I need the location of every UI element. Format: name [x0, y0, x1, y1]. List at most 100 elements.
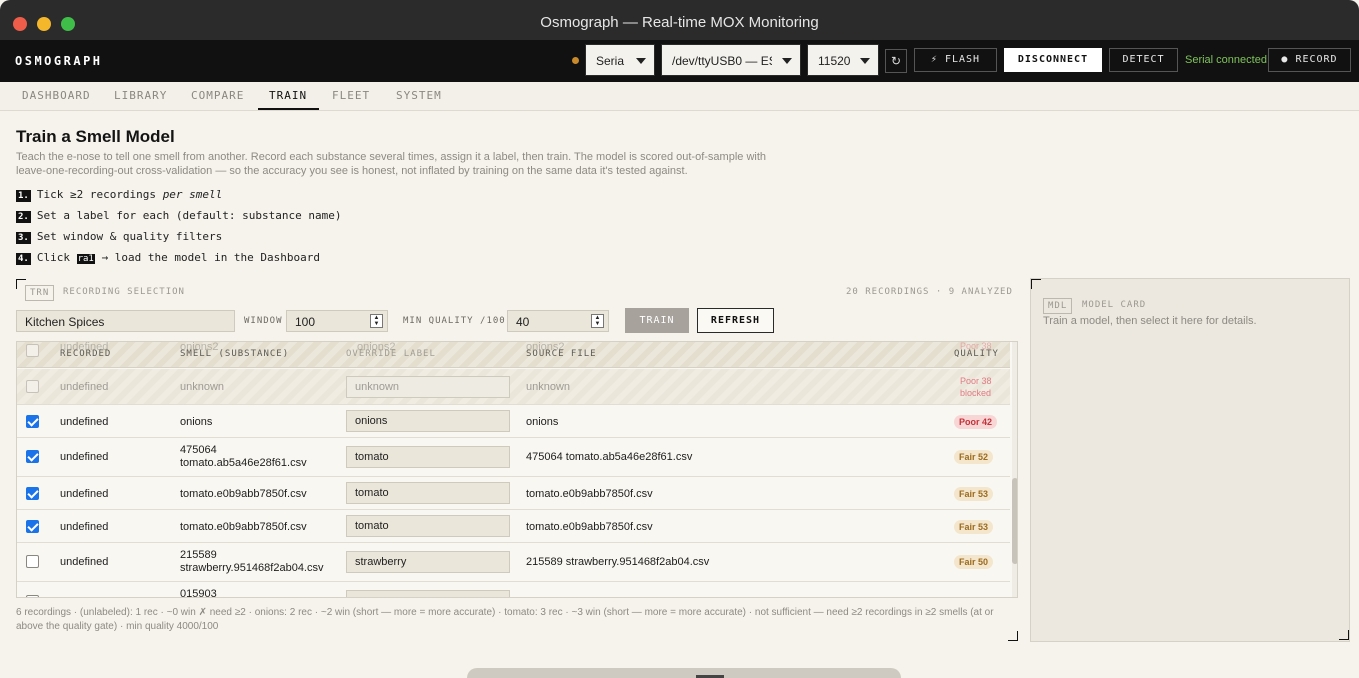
override-label-input[interactable]: tomato: [346, 515, 510, 537]
section-tag: TRN: [25, 285, 55, 301]
quality-note: blocked: [960, 388, 992, 398]
model-card-panel: [1030, 278, 1350, 642]
flash-button[interactable]: ⚡ FLASH: [914, 48, 997, 72]
row-checkbox[interactable]: [26, 450, 39, 463]
tab-dashboard[interactable]: DASHBOARD: [22, 89, 91, 102]
override-label-input[interactable]: tomato: [346, 482, 510, 504]
step-4: 4. Click ra1 → load the model in the Dash…: [16, 251, 320, 265]
tab-compare[interactable]: COMPARE: [191, 89, 244, 102]
record-button[interactable]: ● RECORD: [1268, 48, 1351, 72]
tab-fleet[interactable]: FLEET: [332, 89, 370, 102]
panel-corner: [1031, 279, 1041, 289]
page-description: Teach the e-nose to tell one smell from …: [16, 151, 767, 177]
smell-cell: onions: [180, 416, 213, 428]
train-chip: ra1: [76, 254, 95, 264]
row-checkbox: [26, 380, 39, 393]
step-number: 2.: [16, 211, 31, 223]
step-number: 1.: [16, 190, 31, 202]
refresh-ports-icon[interactable]: ↻: [885, 49, 907, 73]
override-label-input[interactable]: onions: [346, 410, 510, 432]
disconnect-button[interactable]: DISCONNECT: [1004, 48, 1102, 72]
table-row: undefined onions onions onions Poor 42: [17, 405, 1010, 438]
min-quality-input[interactable]: 40 ▲ ▼: [507, 310, 609, 332]
smell-filename: tomato.ab5a46e28f61.csv: [180, 457, 307, 469]
bottom-floating-bar[interactable]: [467, 668, 901, 678]
source-file-cell: 475064 tomato.ab5a46e28f61.csv: [526, 451, 693, 463]
window-stepper-icon[interactable]: ▲ ▼: [370, 314, 383, 328]
step-3: 3. Set window & quality filters: [16, 230, 222, 244]
step-number: 3.: [16, 232, 31, 244]
smell-cell: 015903: [180, 588, 217, 598]
panel-corner: [1008, 631, 1018, 641]
quality-value: Poor 38: [960, 376, 992, 386]
min-quality-stepper-icon[interactable]: ▲ ▼: [591, 314, 604, 328]
row-checkbox[interactable]: [26, 487, 39, 500]
column-header-recorded[interactable]: RECORDED: [60, 349, 111, 359]
window-value: 100: [295, 315, 316, 329]
ghost-row-checkbox: [26, 344, 39, 357]
recorded-cell: undefined: [60, 556, 109, 568]
recordings-count: 20 RECORDINGS · 9 ANALYZED: [846, 287, 1013, 297]
window-titlebar: Osmograph — Real-time MOX Monitoring: [0, 0, 1359, 40]
recorded-cell: undefined: [60, 381, 109, 393]
tab-train[interactable]: TRAIN: [269, 89, 307, 102]
port-select-value: /dev/ttyUSB0 — ES: [672, 54, 772, 68]
step-number: 4.: [16, 253, 31, 265]
port-select[interactable]: /dev/ttyUSB0 — ES: [661, 44, 801, 76]
smell-cell: 475064 tomato.ab5a46e28f61.csv: [180, 444, 307, 470]
tab-library[interactable]: LIBRARY: [114, 89, 167, 102]
model-card-tag: MDL: [1043, 298, 1073, 314]
active-tab-indicator: [258, 108, 319, 110]
row-checkbox[interactable]: [26, 555, 39, 568]
min-quality-label: MIN QUALITY /100: [403, 316, 506, 326]
baud-select[interactable]: 11520: [807, 44, 879, 76]
override-label-input[interactable]: strawberry: [346, 551, 510, 573]
row-checkbox[interactable]: [26, 415, 39, 428]
column-header-source-file[interactable]: SOURCE FILE: [526, 349, 597, 359]
dataset-field[interactable]: Kitchen Spices: [16, 310, 235, 332]
connection-status-dot: [572, 57, 579, 64]
refresh-button[interactable]: REFRESH: [697, 308, 774, 333]
tab-system[interactable]: SYSTEM: [396, 89, 442, 102]
source-file-cell: unknown: [526, 381, 571, 393]
table-scroll-thumb[interactable]: [1012, 478, 1017, 564]
brand-logo: OSMOGRAPH: [15, 54, 103, 68]
smell-cell: tomato.e0b9abb7850f.csv: [180, 521, 307, 533]
override-label-input: unknown: [346, 376, 510, 398]
override-label-input[interactable]: [346, 590, 510, 597]
row-checkbox[interactable]: [26, 595, 39, 597]
panel-corner: [1339, 630, 1349, 640]
transport-select[interactable]: Seria: [585, 44, 655, 76]
model-card-hint: Train a model, then select it here for d…: [1043, 315, 1257, 327]
column-header-smell[interactable]: SMELL (SUBSTANCE): [180, 349, 289, 359]
window-input[interactable]: 100 ▲ ▼: [286, 310, 388, 332]
chevron-down-icon: [860, 58, 870, 64]
source-file-cell: tomato.e0b9abb7850f.csv: [526, 488, 653, 500]
step-2: 2. Set a label for each (default: substan…: [16, 209, 341, 223]
table-row: undefined tomato.e0b9abb7850f.csv tomato…: [17, 477, 1010, 510]
step-text: → load the model in the Dashboard: [94, 251, 321, 264]
model-card-label: MODEL CARD: [1082, 300, 1147, 310]
window-label: WINDOW: [244, 316, 283, 326]
column-header-quality[interactable]: QUALITY: [954, 349, 999, 359]
source-file-cell: onions: [526, 416, 559, 428]
smell-cell: tomato.e0b9abb7850f.csv: [180, 488, 307, 500]
source-file-cell: 215589 strawberry.951468f2ab04.csv: [526, 556, 710, 568]
window-title: Osmograph — Real-time MOX Monitoring: [540, 14, 819, 31]
override-label-input[interactable]: tomato: [346, 446, 510, 468]
step-text: Set window & quality filters: [36, 230, 223, 243]
source-file-cell: tomato.e0b9abb7850f.csv: [526, 521, 653, 533]
row-checkbox[interactable]: [26, 520, 39, 533]
recordings-table: undefined onions2 onions2 onions2 Poor 3…: [16, 341, 1018, 598]
detect-button[interactable]: DETECT: [1109, 48, 1178, 72]
section-label: RECORDING SELECTION: [63, 287, 185, 297]
train-button[interactable]: TRAIN: [625, 308, 689, 333]
recorded-cell: undefined: [60, 521, 109, 533]
quality-badge: Fair 52: [954, 450, 994, 464]
column-header-override-label[interactable]: OVERRIDE LABEL: [346, 349, 436, 359]
transport-select-value: Seria: [596, 54, 625, 68]
recorded-cell: undefined: [60, 416, 109, 428]
training-summary: 6 recordings · (unlabeled): 1 rec · ~0 w…: [16, 607, 994, 632]
main-tabs: DASHBOARD LIBRARY COMPARE TRAIN FLEET SY…: [0, 82, 1359, 111]
step-emphasis: per smell: [162, 188, 223, 201]
